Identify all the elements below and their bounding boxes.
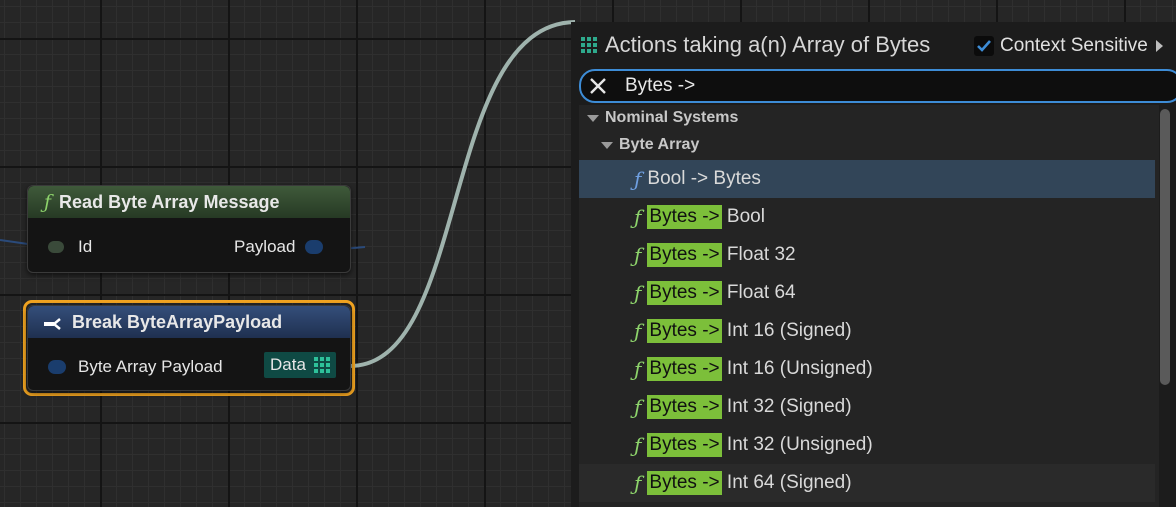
f-function-icon: ƒ xyxy=(634,281,642,305)
pin-id-label: Id xyxy=(78,237,93,256)
action-item[interactable]: ƒ Bytes -> Int 32 (Unsigned) xyxy=(579,426,1155,464)
pin-payload-label: Payload xyxy=(234,237,296,256)
data-wire xyxy=(349,20,576,368)
search-match-highlight: Bytes -> xyxy=(647,319,722,343)
pin-byte-array-payload-connector[interactable] xyxy=(48,360,66,374)
search-match-highlight: Bytes -> xyxy=(647,357,722,381)
search-match-highlight: Bytes -> xyxy=(647,471,722,495)
pin-id-row: Id xyxy=(48,237,92,257)
faint-wire-left xyxy=(0,239,29,245)
category-byte-array[interactable]: Byte Array xyxy=(601,136,699,154)
pin-byte-array-payload-label: Byte Array Payload xyxy=(78,357,223,376)
action-item-label: Bool -> Bytes xyxy=(647,168,761,189)
action-menu-title: Actions taking a(n) Array of Bytes xyxy=(581,32,930,58)
f-function-icon: ƒ xyxy=(634,319,642,343)
collapse-triangle-icon[interactable] xyxy=(601,141,613,149)
action-item[interactable]: ƒ Bytes -> Int 32 (Signed) xyxy=(579,388,1155,426)
action-item[interactable]: ƒ Bytes -> Int 16 (Signed) xyxy=(579,312,1155,350)
break-struct-icon xyxy=(44,315,64,330)
node-header[interactable]: Break ByteArrayPayload xyxy=(28,306,350,338)
action-item[interactable]: ƒ Bytes -> Float 64 xyxy=(579,274,1155,312)
action-item-label: Int 32 (Unsigned) xyxy=(721,434,873,455)
f-function-icon: ƒ xyxy=(634,357,642,381)
array-grid-icon xyxy=(581,37,597,53)
array-grid-icon xyxy=(313,357,330,373)
action-menu-title-text: Actions taking a(n) Array of Bytes xyxy=(605,32,931,57)
context-sensitive-toggle[interactable]: Context Sensitive xyxy=(974,35,1163,57)
pin-data-output[interactable]: Data xyxy=(264,352,336,378)
action-item[interactable]: ƒ Bytes -> Int 64 (Signed) xyxy=(579,464,1155,502)
check-icon xyxy=(977,40,991,52)
pin-data-label: Data xyxy=(270,355,306,374)
action-item-label: Int 64 (Signed) xyxy=(721,472,852,493)
f-function-icon: ƒ xyxy=(634,167,642,191)
action-item[interactable]: ƒ Bytes -> Bool xyxy=(579,198,1155,236)
f-function-icon: ƒ xyxy=(634,243,642,267)
action-menu: Actions taking a(n) Array of Bytes Conte… xyxy=(571,22,1176,507)
pin-payload-row: Payload xyxy=(234,237,324,257)
action-item-label: Int 32 (Signed) xyxy=(721,396,852,417)
search-match-highlight: Bytes -> xyxy=(647,281,722,305)
search-input[interactable] xyxy=(625,75,1145,97)
f-function-icon: ƒ xyxy=(634,433,642,457)
pin-byte-array-payload-row: Byte Array Payload xyxy=(48,357,223,377)
expand-arrow-icon[interactable] xyxy=(1155,40,1163,52)
category-nominal-systems[interactable]: Nominal Systems xyxy=(587,109,738,127)
node-title: Read Byte Array Message xyxy=(59,191,280,212)
search-match-highlight: Bytes -> xyxy=(647,395,722,419)
action-list[interactable]: Nominal Systems Byte Array ƒ Bool -> Byte… xyxy=(579,105,1159,507)
f-function-icon: ƒ xyxy=(634,205,642,229)
action-item[interactable]: ƒ Bytes -> Float 32 xyxy=(579,236,1155,274)
search-match-highlight: Bytes -> xyxy=(647,243,722,267)
action-item-label: Float 64 xyxy=(721,282,796,303)
scrollbar-thumb[interactable] xyxy=(1160,109,1170,385)
pin-id-connector[interactable] xyxy=(48,241,64,253)
search-box[interactable] xyxy=(579,69,1176,103)
pin-data-row[interactable]: Data xyxy=(264,352,336,378)
node-break-bytearraypayload[interactable]: Break ByteArrayPayload Byte Array Payloa… xyxy=(27,305,351,391)
action-item-label: Bool xyxy=(721,206,765,227)
search-match-highlight: Bytes -> xyxy=(647,205,722,229)
context-sensitive-label: Context Sensitive xyxy=(1000,35,1148,56)
category-label: Nominal Systems xyxy=(605,109,739,126)
node-header[interactable]: ƒ Read Byte Array Message xyxy=(28,186,350,218)
action-item-label: Int 16 (Signed) xyxy=(721,320,852,341)
context-sensitive-checkbox[interactable] xyxy=(974,36,994,56)
f-function-icon: ƒ xyxy=(634,471,642,495)
node-read-byte-array-message[interactable]: ƒ Read Byte Array Message Id Payload xyxy=(27,185,351,273)
close-icon[interactable] xyxy=(587,75,609,97)
node-title: Break ByteArrayPayload xyxy=(72,311,283,332)
pin-payload-connector[interactable] xyxy=(305,240,324,254)
action-item-label: Float 32 xyxy=(721,244,796,265)
action-item[interactable]: ƒ Bytes -> Int 16 (Unsigned) xyxy=(579,350,1155,388)
search-match-highlight: Bytes -> xyxy=(647,433,722,457)
collapse-triangle-icon[interactable] xyxy=(587,114,599,122)
action-item[interactable]: ƒ Bool -> Bytes xyxy=(579,160,1155,198)
category-label: Byte Array xyxy=(619,136,700,153)
f-function-icon: ƒ xyxy=(634,395,642,419)
action-item-label: Int 16 (Unsigned) xyxy=(721,358,873,379)
f-function-icon: ƒ xyxy=(44,191,52,213)
